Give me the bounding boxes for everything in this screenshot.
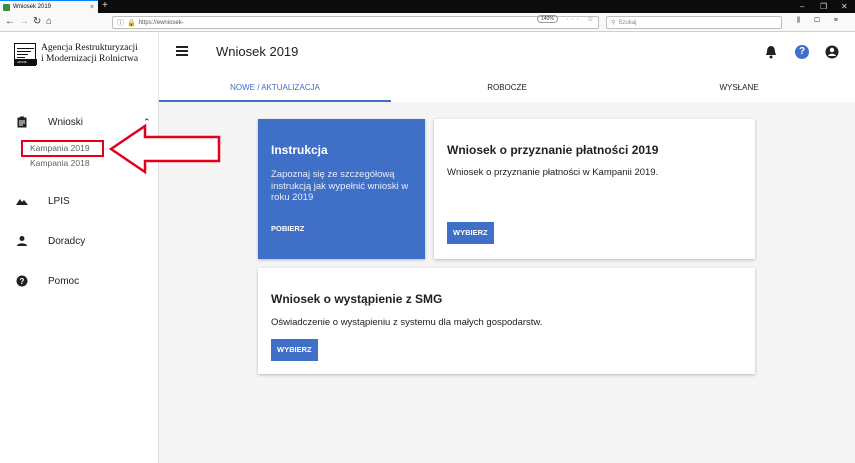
tab-wyslane[interactable]: WYSŁANE [623, 77, 855, 102]
sidebar-item-label: Doradcy [48, 235, 86, 247]
payment-card-description: Wniosek o przyznanie płatności w Kampani… [447, 167, 659, 178]
help-button-icon[interactable]: ? [795, 45, 809, 59]
favicon-icon [3, 3, 10, 11]
arimr-logo-icon: ARiMR [14, 43, 37, 66]
instruction-card-title: Instrukcja [271, 143, 328, 157]
payment-application-card: Wniosek o przyznanie płatności 2019 Wnio… [434, 119, 755, 259]
logo[interactable]: ARiMR Agencja Restrukturyzacji i Moderni… [14, 43, 138, 66]
select-smg-button[interactable]: WYBIERZ [271, 339, 318, 361]
logo-mark-text: ARiMR [17, 60, 27, 64]
browser-tab-title: Wniosek 2019 [13, 4, 52, 10]
home-icon[interactable]: ⌂ [46, 15, 52, 29]
smg-card-title: Wniosek o wystąpienie z SMG [271, 292, 443, 306]
sidebar: ARiMR Agencja Restrukturyzacji i Moderni… [0, 32, 159, 463]
bell-icon[interactable] [765, 45, 777, 59]
maximize-button[interactable]: ❐ [820, 0, 827, 13]
browser-nav-bar: ← → ↻ ⌂ ⓘ 🔒 https://ewniosek- 140% ··· ☆… [0, 13, 855, 32]
info-icon: ⓘ [117, 19, 124, 27]
menu-icon[interactable] [176, 46, 188, 56]
payment-card-title: Wniosek o przyznanie płatności 2019 [447, 143, 659, 157]
sidebar-item-pomoc[interactable]: ? Pomoc [0, 271, 158, 291]
minimize-button[interactable]: – [800, 0, 804, 13]
smg-card-description: Oświadczenie o wystąpieniu z systemu dla… [271, 317, 543, 328]
sidebar-item-label: Pomoc [48, 275, 80, 287]
new-tab-button[interactable]: + [102, 0, 108, 12]
download-button[interactable]: POBIERZ [271, 224, 304, 233]
page-title: Wniosek 2019 [216, 44, 299, 59]
url-bar[interactable]: ⓘ 🔒 https://ewniosek- [112, 16, 599, 29]
url-text: https://ewniosek- [138, 19, 184, 26]
account-icon[interactable] [825, 45, 839, 59]
annotation-arrow-icon [108, 123, 221, 175]
select-payment-button[interactable]: WYBIERZ [447, 222, 494, 244]
search-placeholder: Szukaj [618, 19, 637, 26]
sidebar-item-label: LPIS [48, 195, 70, 207]
tab-close-icon[interactable]: × [90, 4, 94, 11]
reload-icon[interactable]: ↻ [33, 15, 41, 29]
clipboard-icon [17, 116, 27, 128]
toolbar-icons[interactable]: ⫼ ▢ ≡ [797, 17, 844, 25]
sidebar-item-doradcy[interactable]: Doradcy [0, 231, 158, 251]
page-actions-icon[interactable]: ··· ☆ [566, 15, 596, 23]
smg-application-card: Wniosek o wystąpienie z SMG Oświadczenie… [258, 268, 755, 374]
sidebar-subitem-kampania-2018[interactable]: Kampania 2018 [30, 158, 90, 168]
instruction-card: Instrukcja Zapoznaj się ze szczegółową i… [258, 119, 425, 259]
logo-text: Agencja Restrukturyzacji i Modernizacji … [41, 43, 138, 66]
annotation-highlight-box [21, 140, 104, 157]
search-input[interactable]: ⚲ Szukaj [606, 16, 782, 29]
browser-tab[interactable]: Wniosek 2019 × [0, 0, 98, 13]
app-header: Wniosek 2019 ? NOWE / AKTUALIZACJA ROBOC… [159, 32, 855, 102]
mountains-icon [16, 199, 28, 205]
sidebar-item-label: Wnioski [48, 116, 84, 128]
tab-robocze[interactable]: ROBOCZE [391, 77, 623, 102]
logo-line-2: i Modernizacji Rolnictwa [41, 54, 139, 64]
back-icon[interactable]: ← [5, 15, 15, 29]
zoom-indicator[interactable]: 140% [537, 15, 558, 23]
tab-bar: NOWE / AKTUALIZACJA ROBOCZE WYSŁANE [159, 77, 855, 102]
forward-icon[interactable]: → [19, 15, 29, 29]
lock-warning-icon: 🔒 [127, 19, 136, 27]
search-icon: ⚲ [611, 20, 616, 26]
tab-nowe-aktualizacja[interactable]: NOWE / AKTUALIZACJA [159, 77, 391, 102]
svg-text:?: ? [20, 277, 25, 286]
logo-line-1: Agencja Restrukturyzacji [41, 43, 138, 53]
help-circle-icon: ? [16, 275, 28, 287]
browser-tab-bar: Wniosek 2019 × + – ❐ ✕ [0, 0, 855, 13]
instruction-card-description: Zapoznaj się ze szczegółową instrukcją j… [271, 169, 409, 203]
sidebar-item-lpis[interactable]: LPIS [0, 191, 158, 211]
window-close-button[interactable]: ✕ [841, 0, 848, 13]
person-icon [17, 236, 27, 246]
